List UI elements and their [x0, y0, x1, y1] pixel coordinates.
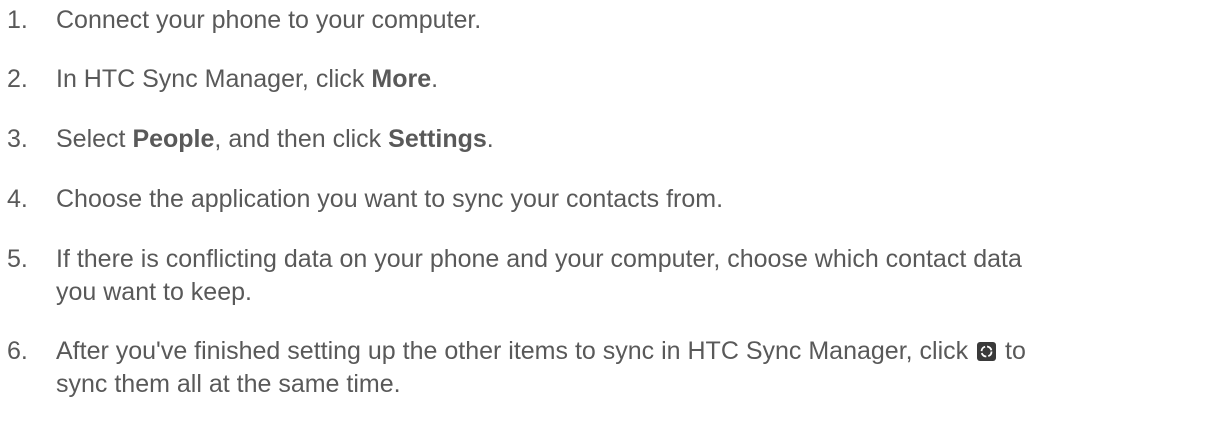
step-number: 2. [7, 65, 28, 93]
sync-icon-glyph [980, 345, 993, 358]
step-number: 6. [7, 337, 28, 365]
step-text: If there is conflicting data on your pho… [56, 243, 1156, 309]
step-text: Select People, and then click Settings. [56, 123, 1156, 156]
step-number: 1. [7, 6, 28, 34]
step-text: In HTC Sync Manager, click More. [56, 63, 1156, 96]
step-text: After you've finished setting up the oth… [56, 335, 1156, 401]
step-text: Choose the application you want to sync … [56, 185, 724, 213]
step-number: 3. [7, 125, 28, 153]
step-text-part: . [486, 125, 494, 153]
step-text-line: If there is conflicting data on your pho… [56, 245, 1022, 273]
step-text-part: . [431, 65, 439, 93]
instruction-list: 1. Connect your phone to your computer. … [0, 0, 1212, 438]
step-text: Connect your phone to your computer. [56, 6, 482, 34]
settings-label: Settings [388, 125, 487, 153]
step-text-part: to [998, 337, 1026, 365]
sync-icon [977, 342, 997, 361]
step-text-part: After you've finished setting up the oth… [56, 337, 976, 365]
step-text-line: After you've finished setting up the oth… [56, 335, 1156, 368]
step-text-part: In HTC Sync Manager, click [56, 65, 372, 93]
people-label: People [132, 125, 215, 153]
step-text-line: sync them all at the same time. [56, 370, 401, 398]
more-label: More [371, 65, 432, 93]
step-number: 5. [7, 245, 28, 273]
step-number: 4. [7, 185, 28, 213]
step-text-part: Select [56, 125, 133, 153]
step-text-line: you want to keep. [56, 278, 252, 306]
step-text-part: , and then click [214, 125, 389, 153]
